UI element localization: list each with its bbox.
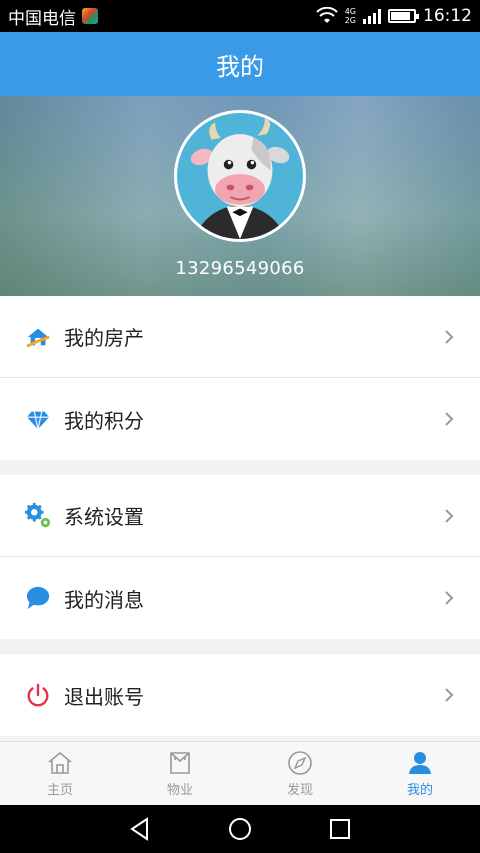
title-bar: 我的 [0,32,480,96]
home-circle-icon[interactable] [227,816,253,842]
chevron-right-icon [445,688,454,702]
network-type-bottom: 2G [344,16,356,25]
user-icon [409,752,431,774]
menu-item-settings[interactable]: 系统设置 [0,475,480,557]
chat-bubble-icon [24,584,52,612]
tab-label: 发现 [286,783,313,798]
wifi-icon [315,7,338,23]
network-type: 4G 2G [345,7,356,25]
page-title: 我的 [216,52,264,81]
user-phone: 13296549066 [175,258,305,279]
back-icon[interactable] [127,816,153,842]
tab-label: 物业 [166,783,193,798]
tab-home[interactable]: 主页 [0,742,120,805]
menu-group-assets: 我的房产 我的积分 [0,296,480,460]
signal-icon [363,8,381,24]
compass-icon [288,751,312,775]
tab-mine[interactable]: 我的 [360,742,480,805]
chevron-right-icon [445,508,454,523]
menu-item-points[interactable]: 我的积分 [0,378,480,460]
menu-group-account: 退出账号 [0,654,480,736]
gears-icon [24,502,52,530]
menu-item-logout[interactable]: 退出账号 [0,654,480,736]
status-bar: 中国电信 4G 2G 16:12 [0,0,480,32]
recents-icon[interactable] [327,816,353,842]
app-notification-icon [82,8,98,24]
bottom-tab-bar: 主页 物业 发现 我的 [0,741,480,805]
tab-label: 主页 [46,783,73,798]
property-icon [170,752,190,774]
menu-item-messages[interactable]: 我的消息 [0,557,480,639]
avatar[interactable] [174,110,306,242]
menu-item-label: 我的积分 [64,408,144,433]
profile-header: 13296549066 [0,96,480,296]
tab-discover[interactable]: 发现 [240,742,360,805]
menu-item-label: 系统设置 [64,505,144,529]
house-icon [24,323,52,351]
chevron-right-icon [445,412,454,426]
clock: 16:12 [423,6,472,26]
chevron-right-icon [445,591,454,605]
menu-item-label: 退出账号 [64,684,144,709]
carrier-area: 中国电信 [8,4,98,29]
home-icon [48,751,72,774]
network-type-top: 4G [344,7,356,16]
tab-property[interactable]: 物业 [120,742,240,805]
chevron-right-icon [445,329,454,344]
menu-group-system: 系统设置 我的消息 [0,475,480,639]
system-nav-bar [0,805,480,853]
tab-label: 我的 [406,783,433,798]
diamond-icon [24,405,52,433]
carrier-name: 中国电信 [8,8,76,29]
menu-item-label: 我的房产 [64,326,144,350]
battery-icon [388,9,419,23]
menu-item-label: 我的消息 [64,587,144,612]
status-icons: 4G 2G 16:12 [315,6,472,26]
cow-avatar-icon [190,118,290,239]
power-icon [24,681,52,709]
menu-item-property[interactable]: 我的房产 [0,296,480,378]
